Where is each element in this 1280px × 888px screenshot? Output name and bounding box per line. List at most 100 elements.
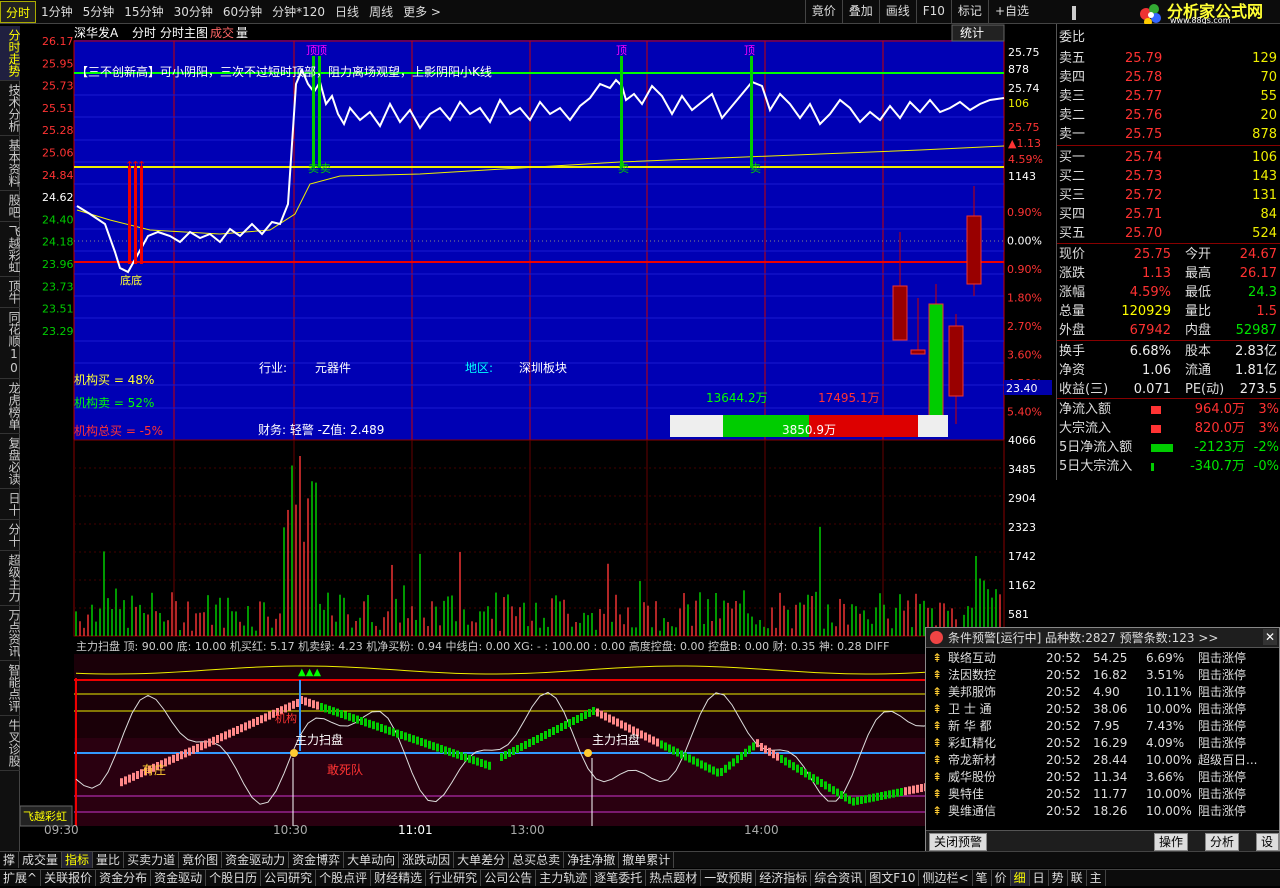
alert-row[interactable]: ⇞ 新 华 都 20:52 7.95 7.43% 阻击涨停 <box>926 718 1279 735</box>
toolbar-button-1[interactable]: 叠加 <box>841 0 879 24</box>
indicator-tab-13[interactable]: 撤单累计 <box>619 852 675 868</box>
alert-row[interactable]: ⇞ 美邦服饰 20:52 4.90 10.11% 阻击涨停 <box>926 684 1279 701</box>
alert-row[interactable]: ⇞ 彩虹精化 20:52 16.29 4.09% 阻击涨停 <box>926 735 1279 752</box>
analyze-button[interactable]: 分析 <box>1205 833 1240 851</box>
period-tab-6[interactable]: 分钟*120 <box>267 1 330 23</box>
alert-row-icon: ⇞ <box>932 787 943 801</box>
indicator-tab-2[interactable]: 指标 <box>62 852 94 868</box>
period-tab-8[interactable]: 周线 <box>364 1 398 23</box>
left-nav-item-11[interactable]: 超级主力 <box>0 551 20 606</box>
indicator-tab-5[interactable]: 竟价图 <box>179 852 223 868</box>
ask-price: 25.76 <box>1125 108 1163 123</box>
info-tab-21[interactable]: 日 <box>1030 870 1049 886</box>
stats-button[interactable]: 统计 <box>960 26 984 40</box>
period-tab-9[interactable]: 更多 > <box>398 1 446 23</box>
view-volume-b[interactable]: 量 <box>236 26 248 40</box>
info-tab-13[interactable]: 一致预期 <box>701 870 757 886</box>
indicator-tab-12[interactable]: 净挂净撤 <box>564 852 620 868</box>
info-tab-8[interactable]: 行业研究 <box>426 870 482 886</box>
toolbar-button-4[interactable]: 标记 <box>950 0 988 24</box>
left-nav-item-1[interactable]: 技术分析 <box>0 81 20 136</box>
alert-row[interactable]: ⇞ 帝龙新材 20:52 28.44 10.00% 超级百日... <box>926 752 1279 769</box>
left-nav-item-2[interactable]: 基本资料 <box>0 136 20 191</box>
period-tab-4[interactable]: 30分钟 <box>169 1 218 23</box>
info-tab-12[interactable]: 热点题材 <box>646 870 702 886</box>
left-nav-item-13[interactable]: 智能点评 <box>0 661 20 716</box>
period-tab-2[interactable]: 5分钟 <box>78 1 120 23</box>
view-main[interactable]: 分时主图 <box>160 26 208 40</box>
indicator-tab-1[interactable]: 成交量 <box>19 852 63 868</box>
left-nav-item-5[interactable]: 顶牛 <box>0 277 20 308</box>
period-tab-5[interactable]: 60分钟 <box>218 1 267 23</box>
info-tab-3[interactable]: 资金驱动 <box>151 870 207 886</box>
right-top-value: ▲1.13 <box>1008 137 1041 150</box>
left-nav-item-9[interactable]: 日十 <box>0 489 20 520</box>
trend-block <box>480 759 483 767</box>
alert-cell: 20:52 <box>1046 651 1081 665</box>
alert-row[interactable]: ⇞ 联络互动 20:52 54.25 6.69% 阻击涨停 <box>926 650 1279 667</box>
indicator-tab-10[interactable]: 大单差分 <box>454 852 510 868</box>
alert-row[interactable]: ⇞ 威华股份 20:52 11.34 3.66% 阻击涨停 <box>926 769 1279 786</box>
info-tab-9[interactable]: 公司公告 <box>481 870 537 886</box>
indicator-tab-7[interactable]: 资金博弈 <box>289 852 345 868</box>
settings-button[interactable]: 设置 <box>1256 833 1279 851</box>
period-tab-3[interactable]: 15分钟 <box>119 1 168 23</box>
info-tab-1[interactable]: 关联报价 <box>41 870 97 886</box>
info-tab-22[interactable]: 势 <box>1049 870 1068 886</box>
info-tab-20[interactable]: 细 <box>1010 870 1030 886</box>
indicator-tab-3[interactable]: 量比 <box>93 852 125 868</box>
info-tab-16[interactable]: 图文F10 <box>866 870 920 886</box>
info-tab-15[interactable]: 综合资讯 <box>811 870 867 886</box>
info-tab-11[interactable]: 逐笔委托 <box>591 870 647 886</box>
info-tab-0[interactable]: 扩展^ <box>0 870 42 886</box>
left-nav-item-12[interactable]: 万点资讯 <box>0 606 20 661</box>
rainbow-button[interactable]: 飞越彩虹 <box>23 809 67 823</box>
main-chart[interactable]: ↑↑↑底 底顶顶顶顶卖卖卖卖 【三不创新高】可小阴阳，三次不过短时顶部，阻力离场观… <box>20 24 1056 638</box>
info-tab-17[interactable]: 侧边栏< <box>919 870 973 886</box>
indicator-tab-4[interactable]: 买卖力道 <box>124 852 180 868</box>
info-tab-6[interactable]: 个股点评 <box>316 870 372 886</box>
operate-button[interactable]: 操作 <box>1154 833 1189 851</box>
indicator-tab-8[interactable]: 大单动向 <box>344 852 400 868</box>
left-nav-item-10[interactable]: 分十 <box>0 520 20 551</box>
toolbar-button-3[interactable]: F10 <box>915 0 951 24</box>
toolbar-button-2[interactable]: 画线 <box>878 0 916 24</box>
view-volume-a[interactable]: 成交 <box>210 25 234 40</box>
info-tab-2[interactable]: 资金分布 <box>96 870 152 886</box>
alert-window[interactable]: 条件预警[运行中] 品种数:2827 预警条数:123 >> ✕ ⇞ 联络互动 20… <box>925 627 1280 853</box>
alert-row[interactable]: ⇞ 奥维通信 20:52 18.26 10.00% 阻击涨停 <box>926 803 1279 820</box>
indicator-tab-6[interactable]: 资金驱动力 <box>222 852 290 868</box>
left-nav-item-0[interactable]: 分时走势 <box>0 26 20 81</box>
alert-row[interactable]: ⇞ 法因数控 20:52 16.82 3.51% 阻击涨停 <box>926 667 1279 684</box>
left-nav-item-8[interactable]: 复盘必读 <box>0 434 20 489</box>
info-tab-18[interactable]: 笔 <box>973 870 992 886</box>
left-nav-item-3[interactable]: 股吧 <box>0 191 20 222</box>
info-tab-23[interactable]: 联 <box>1068 870 1087 886</box>
indicator-tab-0[interactable]: 撑 <box>0 852 20 868</box>
indicator-chart[interactable]: 主力扫盘 顶: 90.00 底: 10.00 机买红: 5.17 机卖绿: 4.… <box>20 638 1056 836</box>
info-tab-7[interactable]: 财经精选 <box>371 870 427 886</box>
close-icon[interactable]: ✕ <box>1263 629 1277 645</box>
left-nav-item-4[interactable]: 飞越彩虹 <box>0 222 20 277</box>
info-tab-5[interactable]: 公司研究 <box>261 870 317 886</box>
info-tab-4[interactable]: 个股日历 <box>206 870 262 886</box>
alert-row[interactable]: ⇞ 奥特佳 20:52 11.77 10.00% 阻击涨停 <box>926 786 1279 803</box>
close-alert-button[interactable]: 关闭预警 <box>929 833 988 851</box>
toolbar-button-5[interactable]: +自选 <box>987 0 1035 24</box>
info-tab-10[interactable]: 主力轨迹 <box>536 870 592 886</box>
info-tab-19[interactable]: 价 <box>992 870 1011 886</box>
left-nav-item-7[interactable]: 龙虎榜单 <box>0 379 20 434</box>
left-nav-item-14[interactable]: 牛叉诊股 <box>0 716 20 771</box>
left-nav-item-6[interactable]: 同花顺10 <box>0 308 20 379</box>
period-tab-0[interactable]: 分时 <box>0 0 37 23</box>
period-tab-7[interactable]: 日线 <box>330 1 364 23</box>
indicator-tab-11[interactable]: 总买总卖 <box>509 852 565 868</box>
period-tab-1[interactable]: 1分钟 <box>36 1 78 23</box>
indicator-tab-9[interactable]: 涨跌动因 <box>399 852 455 868</box>
info-tab-14[interactable]: 经济指标 <box>756 870 812 886</box>
info-tab-24[interactable]: 主 <box>1087 870 1106 886</box>
toolbar-button-0[interactable]: 竟价 <box>804 0 842 24</box>
alert-row[interactable]: ⇞ 卫 士 通 20:52 38.06 10.00% 阻击涨停 <box>926 701 1279 718</box>
view-intraday[interactable]: 分时 <box>132 26 156 40</box>
trend-block <box>268 711 271 720</box>
